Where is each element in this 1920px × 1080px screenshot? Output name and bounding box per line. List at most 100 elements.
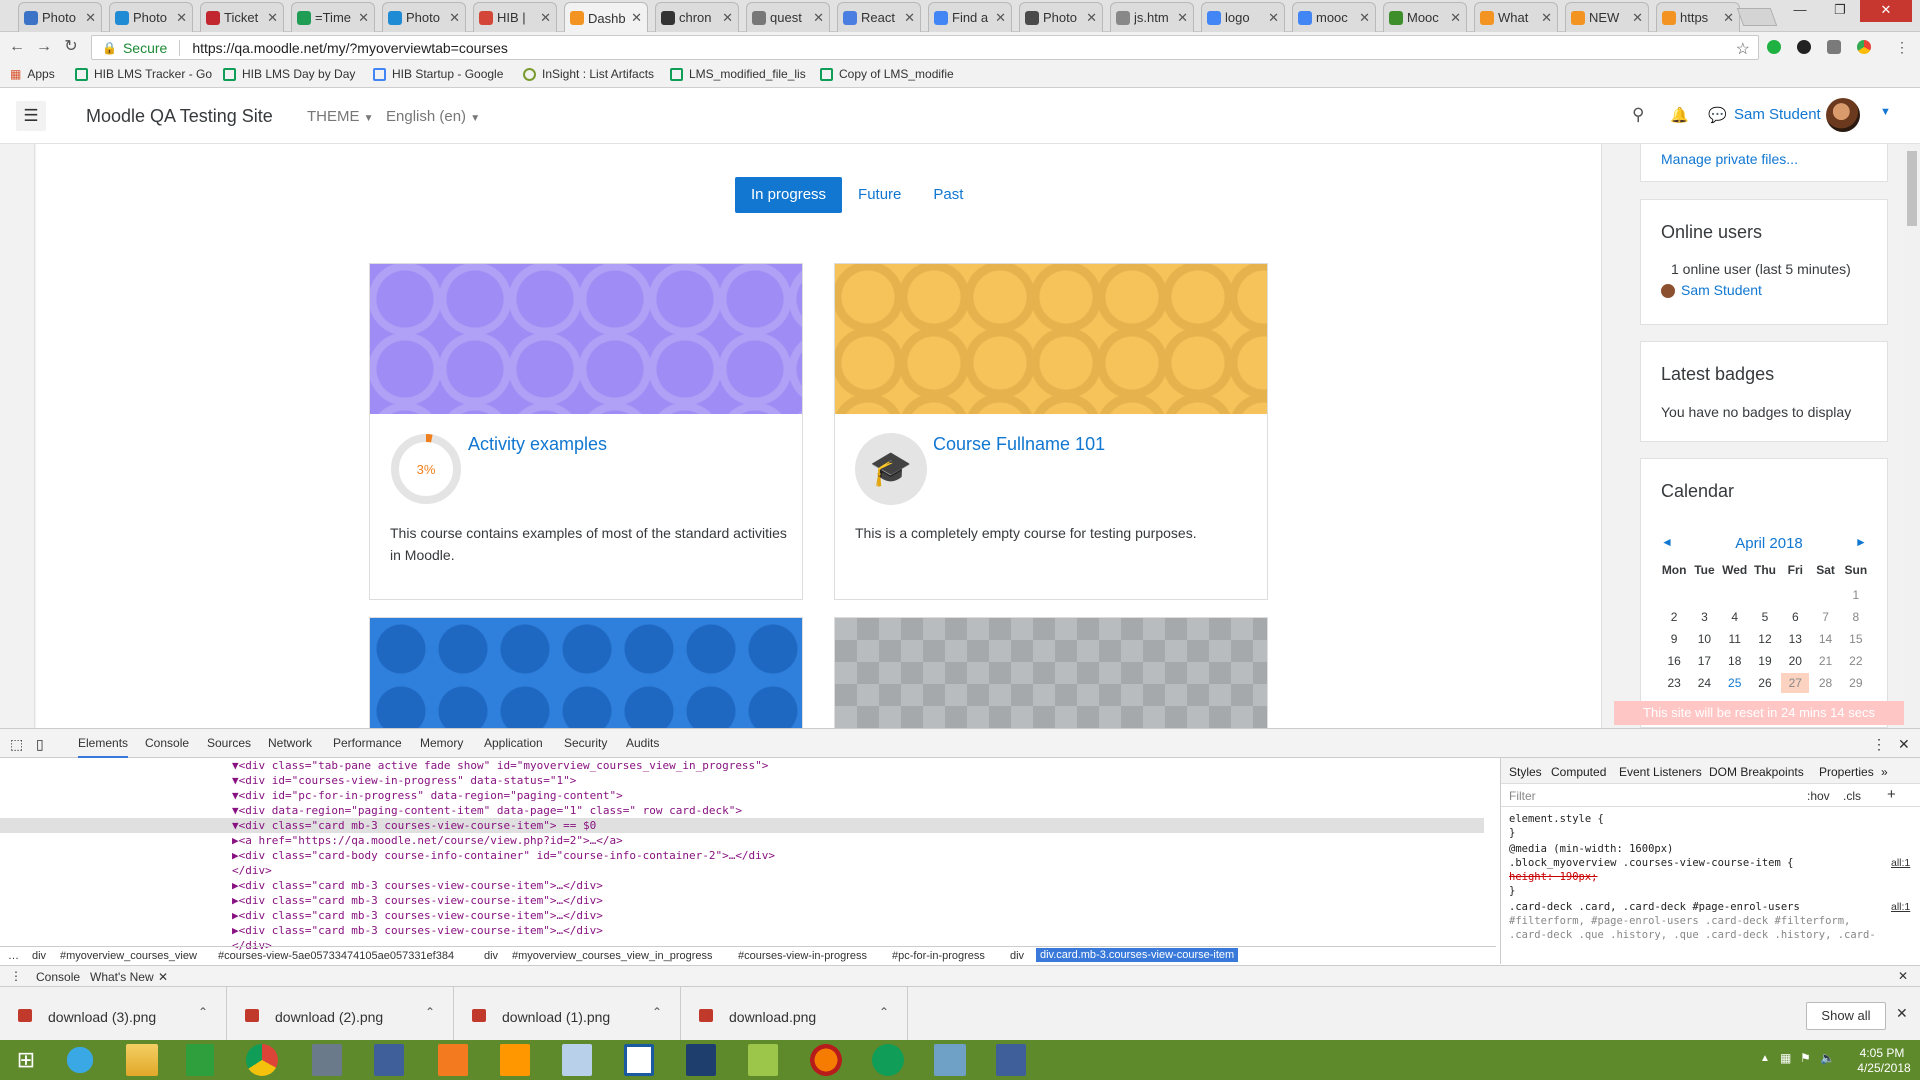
breadcrumb-item[interactable]: div — [32, 950, 46, 962]
browser-tab[interactable]: Photo ✕ — [109, 2, 193, 32]
browser-tab[interactable]: What ✕ — [1474, 2, 1558, 32]
extension-color-icon[interactable] — [1857, 40, 1871, 54]
reload-icon[interactable]: ↻ — [62, 38, 80, 56]
calendar-day[interactable]: 25 — [1721, 673, 1749, 693]
calendar-day[interactable]: 23 — [1660, 673, 1688, 693]
tab-close-icon[interactable]: ✕ — [1359, 10, 1370, 26]
bookmark-apps[interactable]: ▦ Apps — [10, 67, 55, 81]
search-icon[interactable]: ⚲ — [1632, 105, 1644, 125]
course-card-3[interactable] — [369, 617, 803, 728]
hangouts-icon[interactable] — [872, 1044, 904, 1076]
extension-dark-icon[interactable] — [1797, 40, 1811, 54]
devtools-tab-performance[interactable]: Performance — [333, 736, 402, 750]
breadcrumb-item[interactable]: #myoverview_courses_view_in_progress — [512, 950, 713, 962]
tab-close-icon[interactable]: ✕ — [85, 10, 96, 26]
url-text[interactable]: https://qa.moodle.net/my/?myoverviewtab=… — [192, 40, 508, 56]
back-icon[interactable]: ← — [8, 38, 26, 56]
chevron-up-icon[interactable]: ⌃ — [425, 1005, 435, 1019]
breadcrumb-item[interactable]: #pc-for-in-progress — [892, 950, 985, 962]
dom-line[interactable]: ▶<div class="card-body course-info-conta… — [232, 848, 775, 863]
calendar-day[interactable]: 5 — [1751, 607, 1779, 627]
browser-tab[interactable]: React ✕ — [837, 2, 921, 32]
calendar-day[interactable]: 21 — [1811, 651, 1839, 671]
sublime-text-icon[interactable] — [500, 1044, 530, 1076]
styles-tab-styles[interactable]: Styles — [1509, 765, 1542, 779]
calendar-next-icon[interactable]: ► — [1855, 535, 1867, 549]
browser-tab[interactable]: Ticket ✕ — [200, 2, 284, 32]
styles-tab-event-listeners[interactable]: Event Listeners — [1619, 765, 1702, 779]
tab-close-icon[interactable]: ✕ — [722, 10, 733, 26]
course-card-activity-examples[interactable]: 3% Activity examples This course contain… — [369, 263, 803, 600]
calendar-day[interactable]: 29 — [1842, 673, 1870, 693]
bookmark-lms-modified[interactable]: LMS_modified_file_lis — [670, 67, 806, 81]
style-line-overridden[interactable]: height: 190px; — [1509, 871, 1598, 883]
chevron-up-icon[interactable]: ⌃ — [198, 1005, 208, 1019]
calendar-day[interactable]: 9 — [1660, 629, 1688, 649]
drawer-tab-whats-new[interactable]: What's New — [90, 970, 154, 984]
clock-date[interactable]: 4/25/2018 — [1852, 1061, 1916, 1075]
styles-tab-computed[interactable]: Computed — [1551, 765, 1606, 779]
drawer-menu-icon[interactable]: ⋮ — [10, 969, 22, 983]
bookmark-insight[interactable]: InSight : List Artifacts — [523, 67, 654, 81]
tab-close-icon[interactable]: ✕ — [267, 10, 278, 26]
extension-green-icon[interactable] — [1767, 40, 1781, 54]
browser-tab[interactable]: chron ✕ — [655, 2, 739, 32]
drawer-close-icon[interactable]: ✕ — [1898, 969, 1908, 983]
browser-tab[interactable]: js.htm ✕ — [1110, 2, 1194, 32]
window-close-button[interactable]: ✕ — [1860, 0, 1912, 22]
hover-state-toggle[interactable]: :hov — [1807, 789, 1830, 803]
class-toggle[interactable]: .cls — [1843, 789, 1861, 803]
dom-line[interactable]: ▶<div class="card mb-3 courses-view-cour… — [232, 923, 603, 938]
browser-tab[interactable]: https ✕ — [1656, 2, 1740, 32]
breadcrumb-item[interactable]: … — [8, 950, 19, 962]
calendar-day[interactable]: 20 — [1781, 651, 1809, 671]
tab-close-icon[interactable]: ✕ — [358, 10, 369, 26]
inspect-element-icon[interactable]: ⬚ — [10, 736, 23, 753]
drawer-tab-close-icon[interactable]: ✕ — [158, 970, 168, 984]
visual-studio-icon[interactable] — [686, 1044, 716, 1076]
chrome-icon[interactable] — [246, 1044, 278, 1076]
more-tabs-icon[interactable]: » — [1881, 765, 1888, 779]
calendar-prev-icon[interactable]: ◄ — [1661, 535, 1673, 549]
address-bar[interactable]: 🔒 Secure https://qa.moodle.net/my/?myove… — [91, 35, 1759, 60]
windows-start-icon[interactable]: ⊞ — [2, 1044, 50, 1076]
tab-close-icon[interactable]: ✕ — [631, 10, 642, 26]
calendar-day[interactable]: 11 — [1721, 629, 1749, 649]
manage-private-files-link[interactable]: Manage private files... — [1661, 151, 1798, 167]
dom-line[interactable]: ▼<div data-region="paging-content-item" … — [232, 803, 742, 818]
calendar-day[interactable]: 28 — [1811, 673, 1839, 693]
breadcrumb-item[interactable]: div — [484, 950, 498, 962]
network-app-icon[interactable] — [374, 1044, 404, 1076]
language-dropdown[interactable]: English (en) ▼ — [386, 108, 480, 125]
flag-icon[interactable]: ⚑ — [1800, 1051, 1811, 1065]
bookmark-star-icon[interactable]: ☆ — [1736, 39, 1750, 59]
clock-time[interactable]: 4:05 PM — [1852, 1046, 1912, 1060]
new-rule-icon[interactable]: + — [1887, 786, 1896, 803]
tray-expand-icon[interactable]: ▲ — [1760, 1053, 1770, 1064]
chrome-menu-icon[interactable]: ⋮ — [1893, 38, 1911, 56]
notifications-bell-icon[interactable]: 🔔 — [1670, 106, 1689, 124]
chart-app-icon[interactable] — [748, 1044, 778, 1076]
calendar-day[interactable]: 4 — [1721, 607, 1749, 627]
calendar-day[interactable]: 14 — [1811, 629, 1839, 649]
course-image[interactable] — [370, 618, 802, 728]
dom-line[interactable]: ▼<div id="courses-view-in-progress" data… — [232, 773, 576, 788]
calendar-day[interactable]: 8 — [1842, 607, 1870, 627]
breadcrumb-item[interactable]: div — [1010, 950, 1024, 962]
calendar-day[interactable]: 27 — [1781, 673, 1810, 693]
course-card-fullname-101[interactable]: 🎓 Course Fullname 101 This is a complete… — [834, 263, 1268, 600]
tab-close-icon[interactable]: ✕ — [1632, 10, 1643, 26]
tab-close-icon[interactable]: ✕ — [1268, 10, 1279, 26]
network-app-icon[interactable] — [996, 1044, 1026, 1076]
downloads-close-icon[interactable]: ✕ — [1896, 1005, 1908, 1022]
download-item[interactable]: download.png ⌃ — [681, 987, 908, 1041]
calendar-day[interactable]: 17 — [1690, 651, 1718, 671]
devtools-tab-console[interactable]: Console — [145, 736, 189, 750]
tab-close-icon[interactable]: ✕ — [1541, 10, 1552, 26]
theme-dropdown[interactable]: THEME ▼ — [307, 108, 374, 125]
style-source-link[interactable]: all:1 — [1891, 857, 1910, 869]
store-icon[interactable] — [186, 1044, 214, 1076]
extension-tool-icon[interactable] — [1827, 40, 1841, 54]
tab-close-icon[interactable]: ✕ — [1723, 10, 1734, 26]
calendar-day[interactable]: 7 — [1811, 607, 1839, 627]
